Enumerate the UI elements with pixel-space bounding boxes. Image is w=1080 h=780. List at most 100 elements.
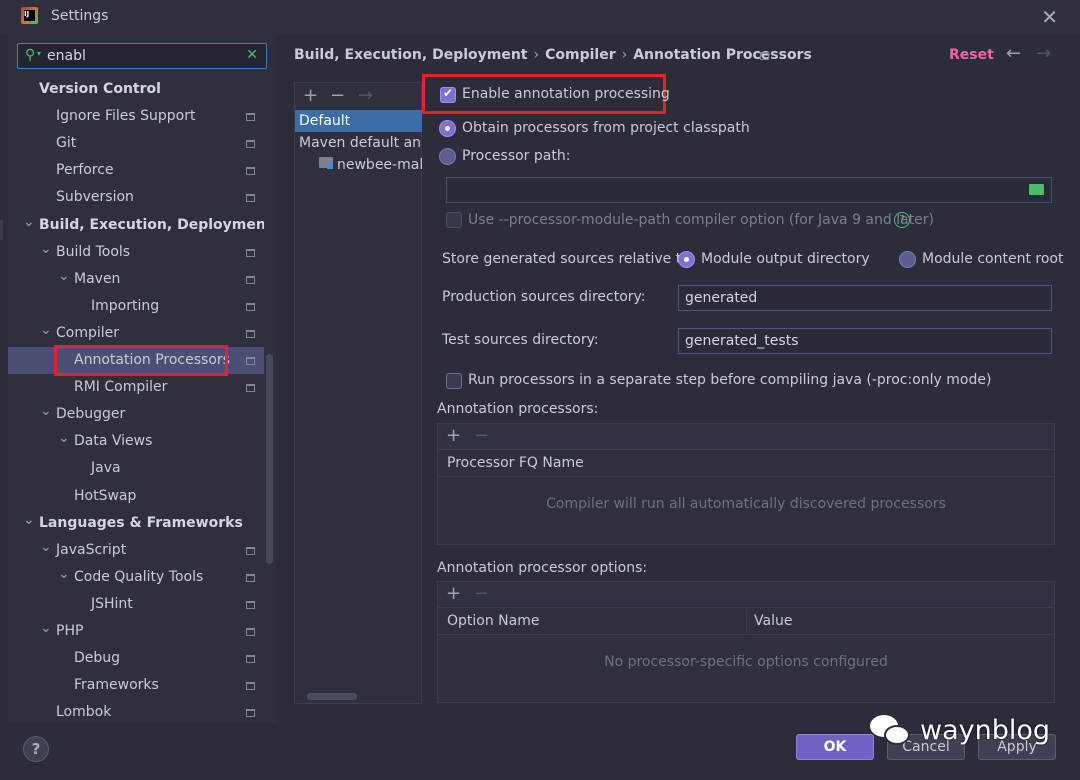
sidebar-item-annotation-processors[interactable]: Annotation Processors xyxy=(8,345,264,376)
project-scope-icon xyxy=(246,248,255,257)
sidebar-item-code-quality-tools[interactable]: ⌄ Code Quality Tools xyxy=(8,564,264,591)
sidebar-item-debugger[interactable]: ⌄ Debugger xyxy=(8,401,264,428)
module-content-root-label[interactable]: Module content root xyxy=(922,251,1063,267)
window-title: Settings xyxy=(51,8,109,24)
module-path-checkbox[interactable] xyxy=(446,212,462,228)
enable-annotation-processing-label[interactable]: Enable annotation processing xyxy=(462,86,670,102)
module-output-directory-radio[interactable] xyxy=(678,251,695,268)
help-button[interactable]: ? xyxy=(23,736,49,762)
annotation-processors-table: + − Processor FQ Name Compiler will run … xyxy=(437,423,1055,545)
enable-annotation-processing-checkbox[interactable] xyxy=(440,86,456,103)
project-scope-icon xyxy=(246,655,255,664)
processor-path-input[interactable] xyxy=(446,177,1052,203)
expand-chevron-icon[interactable]: ⌄ xyxy=(58,263,70,290)
sidebar-item-label: Maven xyxy=(74,270,121,287)
options-table-header: Option Name Value xyxy=(438,609,1054,635)
reset-link[interactable]: Reset xyxy=(949,47,994,63)
production-sources-label: Production sources directory: xyxy=(442,289,646,305)
processor-fq-name-column[interactable]: Processor FQ Name xyxy=(447,455,584,471)
options-empty-text: No processor-specific options configured xyxy=(604,654,888,670)
add-profile-icon[interactable]: + xyxy=(303,85,318,106)
sidebar-item-javascript[interactable]: ⌄ JavaScript xyxy=(8,537,264,564)
sidebar-item-version-control[interactable]: Version Control xyxy=(8,76,264,103)
test-sources-input[interactable] xyxy=(678,328,1052,354)
breadcrumb: Build, Execution, Deployment › Compiler › An… xyxy=(294,47,812,63)
clear-search-icon[interactable]: ✕ xyxy=(246,47,258,63)
expand-chevron-icon[interactable]: ⌄ xyxy=(40,317,52,344)
move-to-profile-icon[interactable]: → xyxy=(358,85,373,106)
sidebar-item-debug[interactable]: Debug xyxy=(8,645,264,672)
expand-chevron-icon[interactable]: ⌄ xyxy=(40,534,52,561)
expand-chevron-icon[interactable]: ⌄ xyxy=(23,507,35,534)
settings-search-input[interactable] xyxy=(47,47,242,65)
project-scope-icon xyxy=(246,384,255,393)
back-arrow-icon[interactable]: ← xyxy=(1006,43,1021,64)
sidebar-item-maven[interactable]: ⌄ Maven xyxy=(8,266,264,293)
sidebar-item-java[interactable]: Java xyxy=(8,455,264,482)
options-toolbar: + − xyxy=(438,582,1054,608)
expand-chevron-icon[interactable]: ⌄ xyxy=(58,561,70,588)
project-scope-icon xyxy=(246,600,255,609)
remove-processor-icon[interactable]: − xyxy=(474,425,489,446)
remove-option-icon[interactable]: − xyxy=(474,583,489,604)
expand-chevron-icon[interactable]: ⌄ xyxy=(40,236,52,263)
separate-step-label[interactable]: Run processors in a separate step before… xyxy=(468,372,991,388)
remove-profile-icon[interactable]: − xyxy=(330,85,345,106)
sidebar-item-lombok[interactable]: Lombok xyxy=(8,699,264,722)
profiles-panel: + − → Default Maven default annotation p… xyxy=(294,82,422,704)
sidebar-item-label: Importing xyxy=(91,297,160,314)
expand-chevron-icon[interactable]: ⌄ xyxy=(40,615,52,642)
profiles-horizontal-scrollbar[interactable] xyxy=(307,693,357,700)
sidebar-item-label: Code Quality Tools xyxy=(74,568,204,585)
sidebar-item-rmi-compiler[interactable]: RMI Compiler xyxy=(8,374,264,401)
sidebar-item-php[interactable]: ⌄ PHP xyxy=(8,618,264,645)
sidebar-item-subversion[interactable]: Subversion xyxy=(8,184,264,211)
sidebar-item-build-execution-deployment[interactable]: ⌄ Build, Execution, Deployment xyxy=(8,212,264,239)
option-value-column[interactable]: Value xyxy=(754,613,792,629)
forward-arrow-icon[interactable]: → xyxy=(1036,43,1051,64)
sidebar-item-languages-frameworks[interactable]: ⌄ Languages & Frameworks xyxy=(8,510,264,537)
module-output-directory-label[interactable]: Module output directory xyxy=(701,251,870,267)
option-name-column[interactable]: Option Name xyxy=(447,613,539,629)
close-icon[interactable]: ✕ xyxy=(1041,5,1058,29)
store-generated-label: Store generated sources relative to: xyxy=(442,251,695,267)
browse-folder-icon[interactable] xyxy=(1029,184,1044,195)
expand-chevron-icon[interactable]: ⌄ xyxy=(58,425,70,452)
sidebar-item-compiler[interactable]: ⌄ Compiler xyxy=(8,320,264,347)
profile-module-item[interactable]: newbee-mall-plus xyxy=(295,154,422,176)
expand-chevron-icon[interactable]: ⌄ xyxy=(40,398,52,425)
sidebar-item-frameworks[interactable]: Frameworks xyxy=(8,672,264,699)
expand-chevron-icon[interactable]: ⌄ xyxy=(23,209,35,236)
annotation-processors-title: Annotation processors: xyxy=(437,401,599,417)
breadcrumb-separator: › xyxy=(621,47,628,63)
production-sources-input[interactable] xyxy=(678,285,1052,311)
obtain-from-classpath-label[interactable]: Obtain processors from project classpath xyxy=(462,120,750,136)
sidebar-item-label: PHP xyxy=(56,623,84,639)
sidebar-item-jshint[interactable]: JSHint xyxy=(8,591,264,618)
module-content-root-radio[interactable] xyxy=(899,251,916,268)
profile-item-maven-default[interactable]: Maven default annotation processors prof… xyxy=(295,132,422,154)
processor-path-radio[interactable] xyxy=(439,148,456,165)
sidebar-item-git[interactable]: Git xyxy=(8,130,264,157)
add-option-icon[interactable]: + xyxy=(446,583,461,604)
processor-path-label[interactable]: Processor path: xyxy=(462,148,570,164)
sidebar-item-importing[interactable]: Importing xyxy=(8,293,264,320)
sidebar-item-hotswap[interactable]: HotSwap xyxy=(8,483,264,510)
profile-item-default[interactable]: Default xyxy=(295,110,422,132)
sidebar-scrollbar[interactable] xyxy=(266,354,273,564)
intellij-logo-icon xyxy=(21,7,38,24)
obtain-from-classpath-radio[interactable] xyxy=(439,120,456,137)
project-scope-icon xyxy=(246,140,255,149)
help-question-icon[interactable]: ? xyxy=(894,212,910,228)
sidebar-item-ignore-files-support[interactable]: Ignore Files Support xyxy=(8,103,264,130)
separate-step-checkbox[interactable] xyxy=(446,373,462,389)
search-history-chevron-icon[interactable]: ▾ xyxy=(37,49,41,58)
sidebar-item-data-views[interactable]: ⌄ Data Views xyxy=(8,428,264,455)
sidebar-item-build-tools[interactable]: ⌄ Build Tools xyxy=(8,239,264,266)
settings-search-box[interactable]: ⚲ ▾ ✕ xyxy=(17,43,267,69)
sidebar-item-perforce[interactable]: Perforce xyxy=(8,157,264,184)
add-processor-icon[interactable]: + xyxy=(446,425,461,446)
sidebar-item-label: RMI Compiler xyxy=(74,379,168,396)
breadcrumb-part: Compiler xyxy=(545,47,616,63)
ok-button[interactable]: OK xyxy=(796,734,874,760)
